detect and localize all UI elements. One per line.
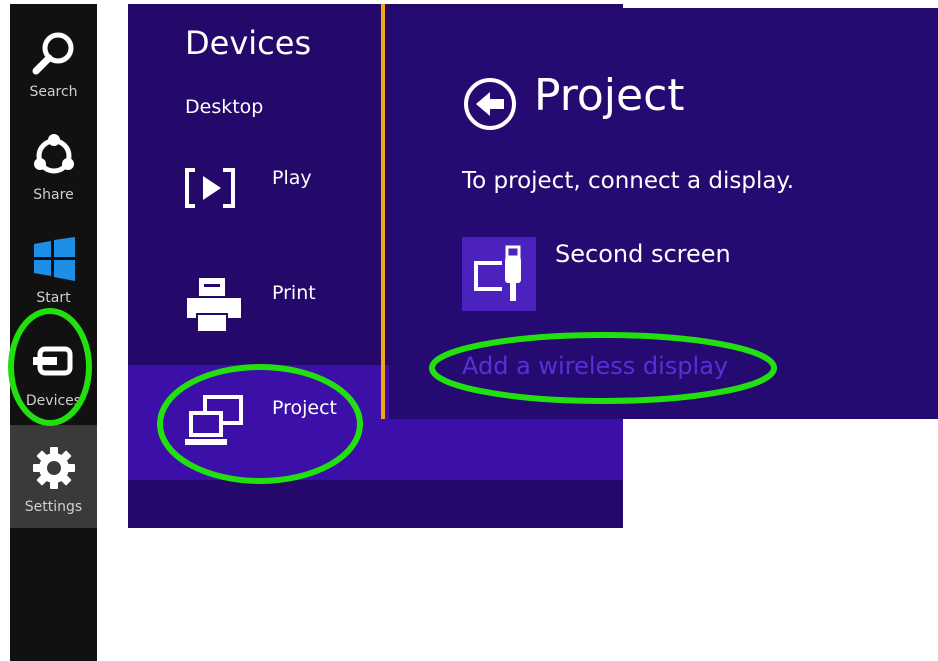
share-icon xyxy=(29,131,79,181)
pane-divider-accent xyxy=(381,4,385,419)
charm-label: Devices xyxy=(25,393,82,409)
project-title: Project xyxy=(534,70,685,121)
screenshot-canvas: Search Share Start Devices Settings Devi… xyxy=(0,0,938,661)
printer-icon xyxy=(183,276,245,336)
back-arrow-icon[interactable] xyxy=(462,76,518,132)
add-wireless-display-link[interactable]: Add a wireless display xyxy=(462,352,728,380)
project-pane: Project To project, connect a display. S… xyxy=(389,8,938,419)
device-item-label: Print xyxy=(272,282,316,304)
charm-label: Search xyxy=(29,84,78,100)
devices-title: Devices xyxy=(185,24,312,62)
charm-devices[interactable]: Devices xyxy=(10,313,97,416)
pane-footer-band xyxy=(128,480,623,528)
charm-search[interactable]: Search xyxy=(10,4,97,107)
charm-label: Settings xyxy=(24,499,83,515)
project-instruction: To project, connect a display. xyxy=(462,168,795,194)
gear-icon xyxy=(29,443,79,493)
windows-logo-icon xyxy=(29,234,79,284)
devices-subtitle: Desktop xyxy=(185,96,264,118)
charm-settings[interactable]: Settings xyxy=(10,425,97,528)
device-item-label: Play xyxy=(272,167,312,189)
charm-share[interactable]: Share xyxy=(10,107,97,210)
play-icon xyxy=(183,166,245,216)
second-screen-icon xyxy=(474,245,521,301)
charm-start[interactable]: Start xyxy=(10,210,97,313)
charms-bar: Search Share Start Devices Settings xyxy=(10,4,97,661)
devices-icon xyxy=(29,337,79,387)
second-screen-label[interactable]: Second screen xyxy=(555,240,731,268)
search-icon xyxy=(29,28,79,78)
device-item-label: Project xyxy=(272,397,338,419)
second-screen-tile[interactable] xyxy=(462,237,536,311)
charm-label: Share xyxy=(33,187,74,203)
project-icon xyxy=(183,393,245,451)
charm-label: Start xyxy=(36,290,71,306)
